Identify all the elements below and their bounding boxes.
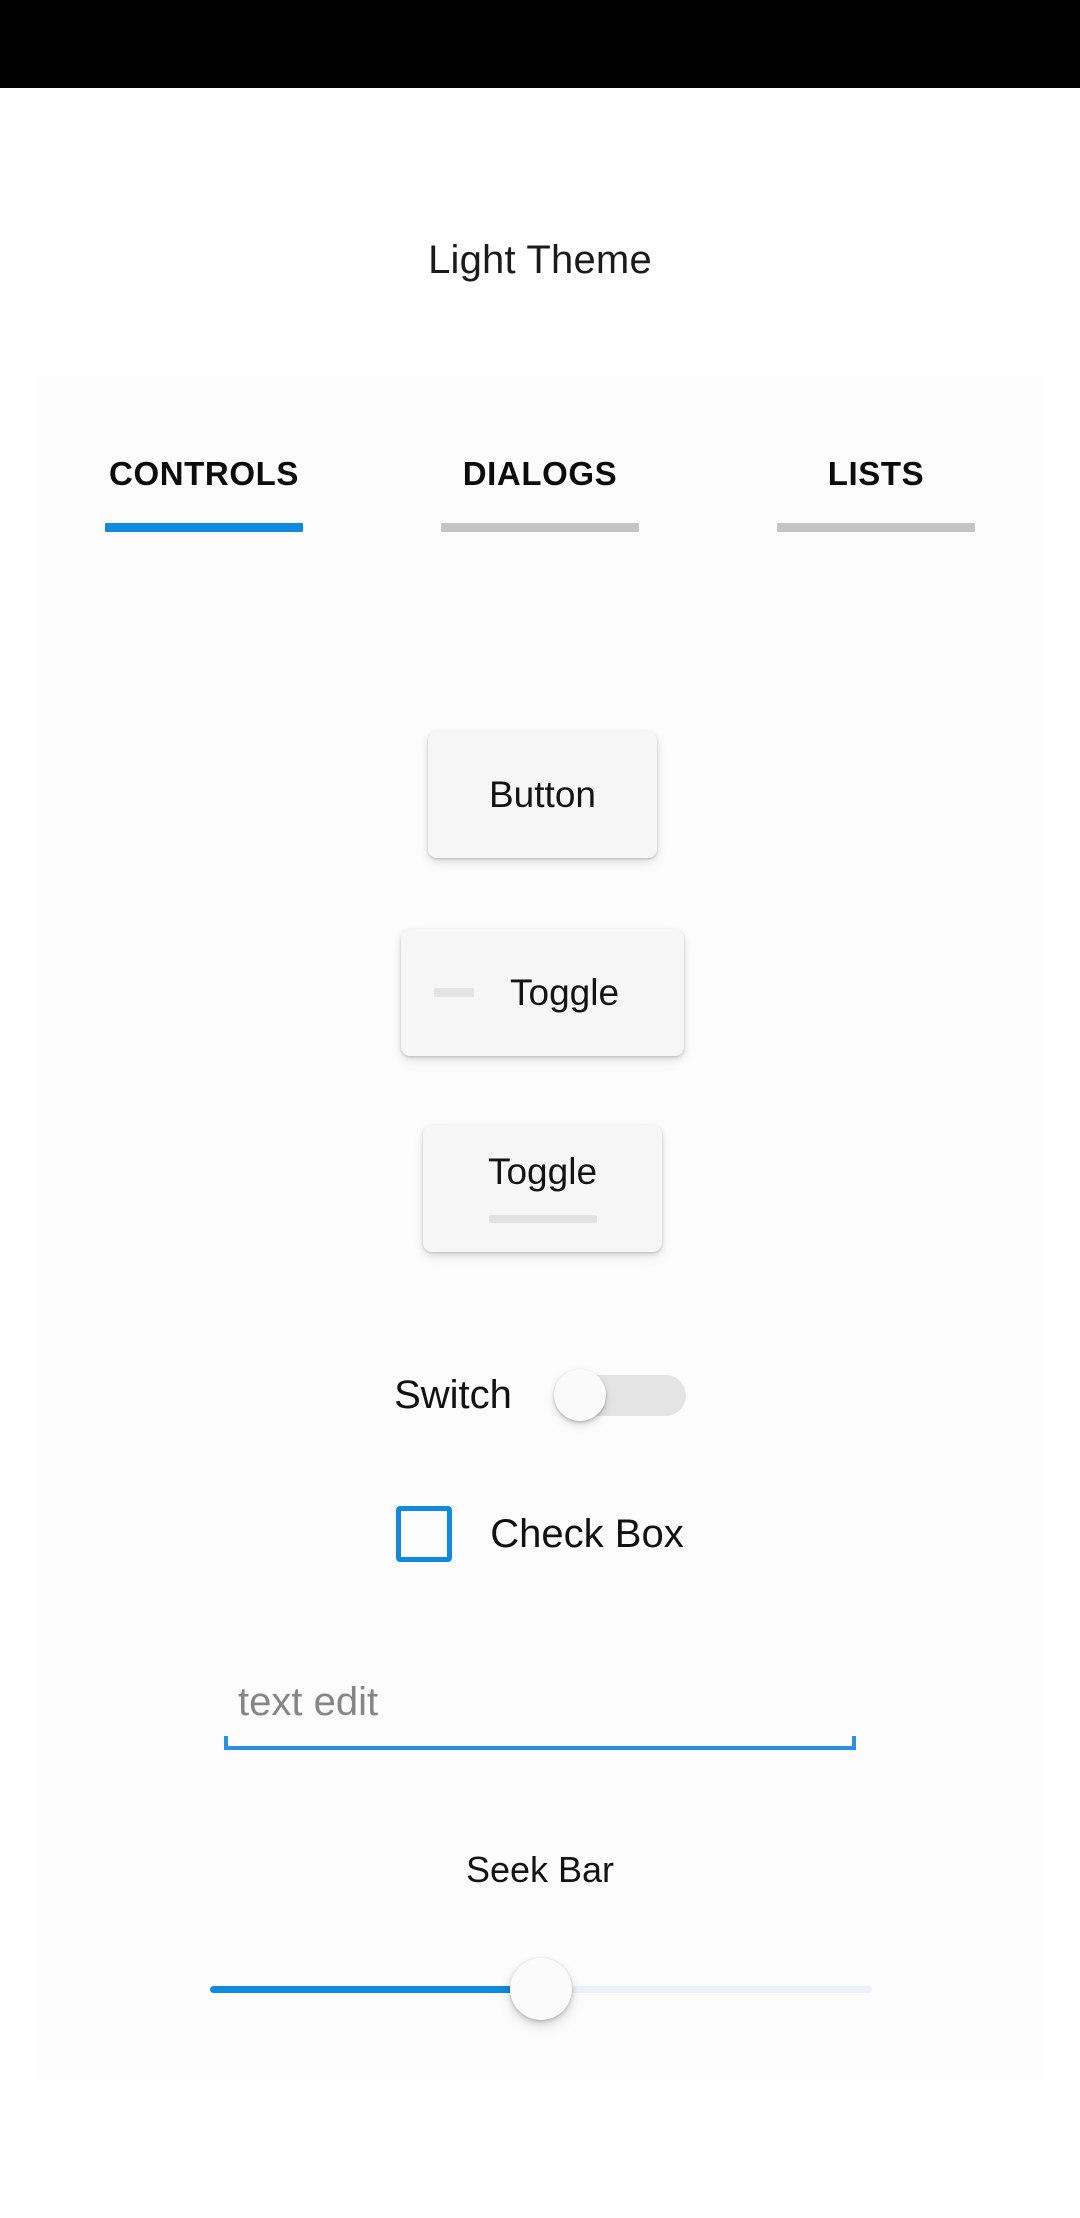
checkbox-row: Check Box (36, 1498, 1044, 1570)
switch-toggle[interactable] (553, 1369, 686, 1421)
tab-controls[interactable]: CONTROLS (36, 430, 372, 550)
checkbox-input[interactable] (396, 1506, 453, 1562)
toggle-button-two[interactable]: Toggle (423, 1125, 662, 1252)
toggle-underline-icon (488, 1214, 597, 1223)
status-bar (0, 0, 1080, 88)
toggle-dash-icon (434, 988, 474, 997)
switch-label: Switch (394, 1373, 512, 1417)
seek-bar-label: Seek Bar (465, 1849, 615, 1890)
seek-bar-thumb[interactable] (510, 1958, 572, 2020)
tab-lists-label: LISTS (827, 455, 925, 492)
page-title: Light Theme (428, 238, 652, 282)
text-edit-field (224, 1668, 856, 1750)
seek-bar-fill (210, 1986, 541, 1993)
switch-thumb[interactable] (553, 1369, 606, 1421)
tab-controls-indicator (105, 523, 303, 532)
toggle-button-one-label: Toggle (510, 971, 620, 1013)
tab-bar: CONTROLS DIALOGS LISTS (36, 430, 1044, 550)
toggle-button-two-label: Toggle (487, 1150, 598, 1192)
tab-lists-indicator (777, 523, 975, 532)
text-edit-underline (224, 1746, 856, 1750)
checkbox-label: Check Box (490, 1512, 684, 1556)
tab-dialogs[interactable]: DIALOGS (372, 430, 708, 550)
toggle-button-one[interactable]: Toggle (401, 929, 684, 1056)
push-button[interactable]: Button (428, 731, 657, 858)
tab-dialogs-label: DIALOGS (462, 455, 618, 492)
text-edit-input[interactable] (224, 1668, 856, 1736)
switch-row: Switch (36, 1345, 1044, 1445)
push-button-label: Button (489, 773, 596, 815)
tab-lists[interactable]: LISTS (708, 430, 1044, 550)
tab-dialogs-indicator (441, 523, 639, 532)
tab-controls-label: CONTROLS (109, 455, 299, 492)
seek-bar[interactable] (210, 1950, 872, 2030)
